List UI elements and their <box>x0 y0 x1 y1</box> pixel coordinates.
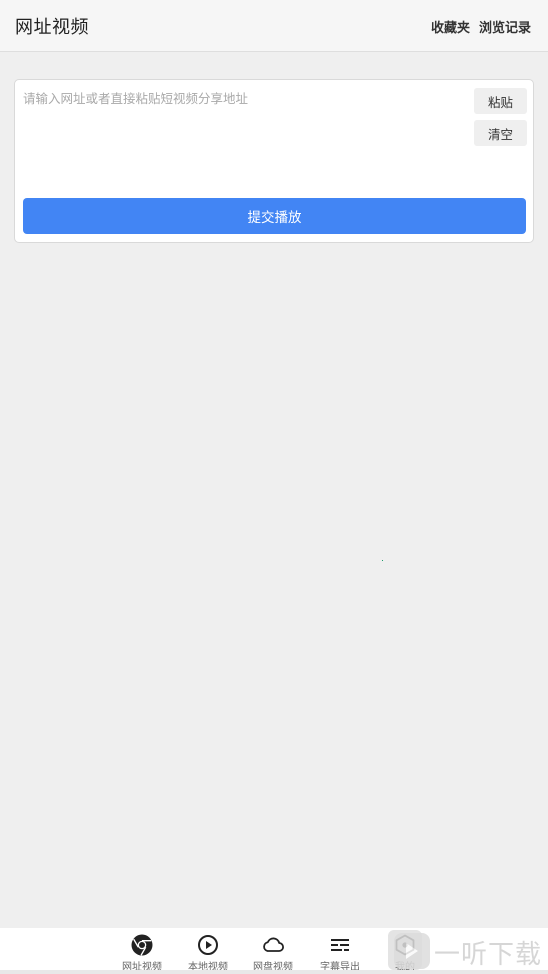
submit-play-button[interactable]: 提交播放 <box>23 198 526 234</box>
chrome-icon <box>131 934 153 956</box>
nav-item-web-video[interactable]: 网址视频 <box>112 928 172 973</box>
watermark: 一听下载 <box>392 930 548 972</box>
subtitle-icon <box>331 939 349 951</box>
watermark-logo-icon <box>394 933 430 969</box>
favorites-button[interactable]: 收藏夹 <box>431 17 470 36</box>
nav-item-cloud-video[interactable]: 网盘视频 <box>243 928 303 973</box>
app-root: 网址视频 收藏夹 浏览记录 粘贴 清空 提交播放 网址视频 <box>0 0 548 974</box>
paste-button[interactable]: 粘贴 <box>474 88 527 114</box>
cloud-icon <box>263 937 284 952</box>
url-input-card: 粘贴 清空 提交播放 <box>14 79 534 243</box>
watermark-text: 一听下载 <box>434 940 543 970</box>
stray-pixel <box>382 560 383 561</box>
nav-item-local-video[interactable]: 本地视频 <box>178 928 238 973</box>
history-button[interactable]: 浏览记录 <box>479 17 531 36</box>
bottom-system-bar <box>0 970 548 974</box>
play-circle-icon <box>198 935 218 955</box>
url-input[interactable] <box>23 88 471 190</box>
nav-item-subtitle-export[interactable]: 字幕导出 <box>310 928 370 973</box>
clear-button[interactable]: 清空 <box>474 120 527 146</box>
top-bar: 网址视频 收藏夹 浏览记录 <box>0 0 548 52</box>
page-title: 网址视频 <box>15 17 89 38</box>
